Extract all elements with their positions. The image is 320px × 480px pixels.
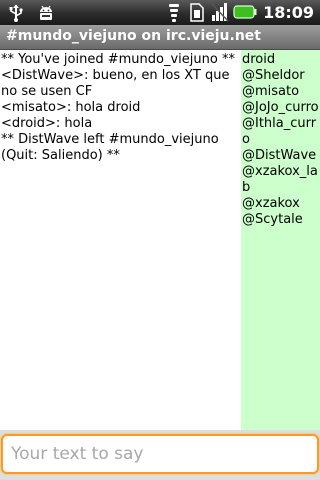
user-list-item[interactable]: @Scytale: [242, 212, 320, 228]
user-list-item[interactable]: droid: [242, 52, 320, 68]
chat-message: <misato>: hola droid: [1, 100, 141, 115]
user-list-item[interactable]: @Sheldor: [242, 68, 320, 84]
chat-message: <DistWave>: bueno, en los XT que no se u…: [1, 68, 234, 99]
chat-message: <droid>: hola: [1, 116, 93, 131]
usb-icon: [6, 3, 26, 23]
input-bar: [0, 430, 320, 480]
user-list-item[interactable]: @xzakox: [242, 196, 320, 212]
channel-title: #mundo_viejuno on irc.vieju.net: [6, 28, 261, 44]
chat-log[interactable]: ** You've joined #mundo_viejuno ** <Dist…: [0, 50, 241, 430]
wifi-icon: [164, 2, 184, 22]
user-list-item[interactable]: @xzakox_lab: [242, 164, 320, 196]
title-bar: #mundo_viejuno on irc.vieju.net: [0, 25, 320, 50]
sim-icon: [187, 2, 207, 22]
user-list-item[interactable]: @misato: [242, 84, 320, 100]
android-debug-icon: [36, 3, 56, 23]
chat-message: ** You've joined #mundo_viejuno **: [1, 52, 235, 67]
message-input[interactable]: [1, 434, 319, 474]
status-bar: 18:09: [0, 0, 320, 25]
clock: 18:09: [263, 2, 314, 22]
signal-icon: [210, 2, 230, 22]
user-list-item[interactable]: @JoJo_curro: [242, 100, 320, 116]
system-icons: 18:09: [164, 2, 316, 22]
user-list[interactable]: droid @Sheldor @misato @JoJo_curro @Ithl…: [241, 50, 320, 430]
chat-message: ** DistWave left #mundo_viejuno (Quit: S…: [1, 132, 223, 163]
battery-icon: [233, 2, 257, 22]
user-list-item[interactable]: @Ithla_curro: [242, 116, 320, 148]
notification-icons: [6, 3, 56, 23]
user-list-item[interactable]: @DistWave: [242, 148, 320, 164]
